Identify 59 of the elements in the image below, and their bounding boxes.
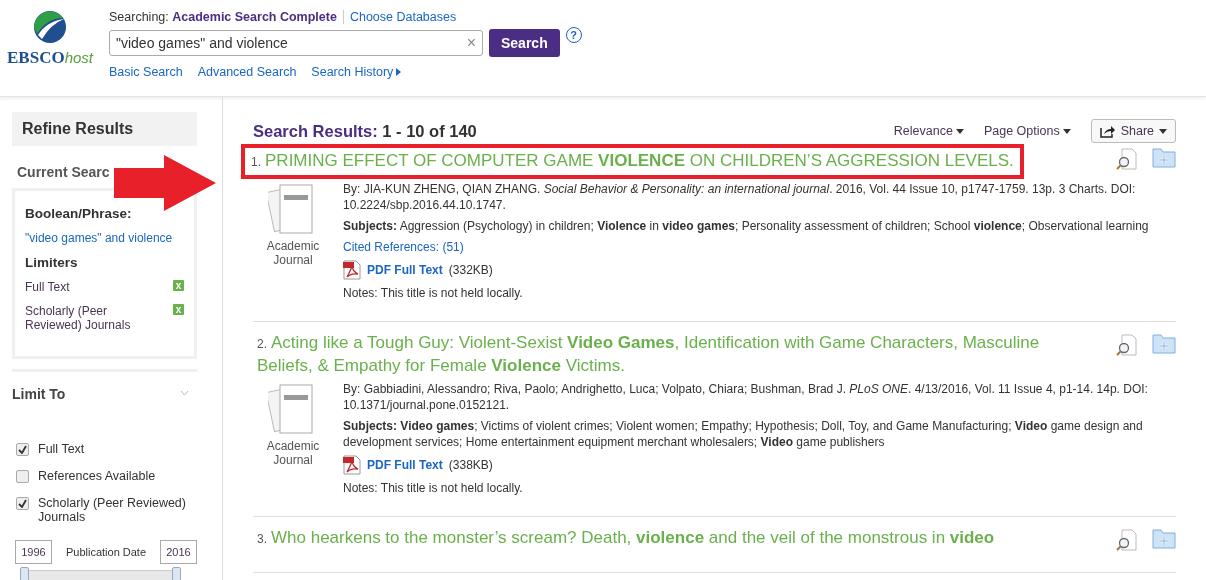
pdf-icon[interactable] xyxy=(343,455,361,475)
search-button[interactable]: Search xyxy=(489,29,560,57)
preview-icon[interactable] xyxy=(1116,529,1138,551)
subjects: Subjects: Video games; Victims of violent crimes; Violent women; Empathy; Hypothesis; Doll, Toy, and Game Manufacturing; Video game design and development services; Home entertainment equipment merchant wholesalers; Video game publishers xyxy=(343,418,1144,450)
limiter-label: Scholarly (Peer Reviewed) Journals xyxy=(25,304,132,332)
pdf-full-text-link[interactable]: PDF Full Text xyxy=(367,457,443,473)
nav-link[interactable]: Basic Search xyxy=(109,65,183,79)
result-title[interactable]: 1. PRIMING EFFECT OF COMPUTER GAME VIOLENCE ON CHILDREN’S AGGRESSION LEVELS. xyxy=(241,144,1024,179)
publication-type: Academic Journal xyxy=(265,239,321,267)
share-icon[interactable] xyxy=(1099,124,1116,138)
clear-icon[interactable]: × xyxy=(466,34,476,52)
publication-date-label: Publication Date xyxy=(65,546,147,558)
date-from-field[interactable]: 1996 xyxy=(15,540,52,564)
result-title[interactable]: 3. Who hearkens to the monster’s scream? Death, violence and the veil of the monstrous in video xyxy=(253,525,1096,552)
current-search-heading: Current Searc xyxy=(17,164,111,180)
result-title[interactable]: 2. Acting like a Tough Guy: Violent-Sexist Video Games, Identification with Game Characters, Masculine Beliefs, & Empathy for Female Violence Victims. xyxy=(253,330,1096,379)
page-options-dropdown[interactable]: Page Options xyxy=(983,124,1071,138)
pdf-icon[interactable] xyxy=(343,260,361,280)
file-size: (338KB) xyxy=(448,457,493,473)
date-to-field[interactable]: 2016 xyxy=(160,540,197,564)
help-icon[interactable]: ? xyxy=(565,27,582,43)
limiters-label: Limiters xyxy=(25,255,79,270)
refine-results-heading: Refine Results xyxy=(12,112,197,146)
file-size: (332KB) xyxy=(448,262,493,278)
slider-handle[interactable] xyxy=(172,567,181,580)
nav-link[interactable]: Advanced Search xyxy=(197,65,297,79)
caret-icon[interactable] xyxy=(955,128,964,134)
nav-link[interactable]: Search History xyxy=(311,65,402,79)
caret-icon[interactable] xyxy=(396,68,402,76)
query-link[interactable]: "video games" and violence xyxy=(25,231,173,245)
boolean-phrase-label: Boolean/Phrase: xyxy=(25,206,133,221)
logo[interactable]: EBSCOhost xyxy=(0,0,100,96)
share-button[interactable]: Share xyxy=(1090,119,1176,143)
option-label: Full Text xyxy=(38,442,85,456)
results-count: Search Results: 1 - 10 of 140 xyxy=(253,121,477,141)
checkbox[interactable] xyxy=(16,443,29,456)
option-label: References Available xyxy=(38,469,156,483)
checkbox[interactable] xyxy=(16,497,29,510)
sort-dropdown[interactable]: Relevance xyxy=(893,124,964,138)
searching-label: Searching: Academic Search Complete xyxy=(109,10,337,24)
subjects: Subjects: Aggression (Psychology) in children; Violence in video games; Personality assessment of children; School violence; Observational learning xyxy=(343,218,1150,234)
choose-databases-link[interactable]: Choose Databases xyxy=(349,10,457,24)
limit-to-heading: Limit To xyxy=(12,386,66,402)
caret-icon[interactable] xyxy=(1062,128,1071,134)
notes: Notes: This title is not held locally. xyxy=(343,285,524,301)
search-field[interactable]: "video games" and violence × xyxy=(109,30,483,56)
checkbox[interactable] xyxy=(16,470,29,483)
preview-icon[interactable] xyxy=(1116,334,1138,356)
limiter-label: Full Text xyxy=(25,280,71,294)
byline: By: Gabbiadini, Alessandro; Riva, Paolo; Andrighetto, Luca; Volpato, Chiara; Bushman, Brad J. PLoS ONE. 4/13/2016, Vol. 11 Issue 4, p1-14. 14p. DOI: 10.1371/journal.pone.0152121. xyxy=(343,381,1149,413)
pdf-full-text-link[interactable]: PDF Full Text xyxy=(367,262,443,278)
notes: Notes: This title is not held locally. xyxy=(343,480,524,496)
publication-type: Academic Journal xyxy=(265,439,321,467)
caret-icon[interactable] xyxy=(1159,128,1167,134)
preview-icon[interactable] xyxy=(1116,148,1138,170)
byline: By: JIA-KUN ZHENG, QIAN ZHANG. Social Behavior & Personality: an international journal. 2016, Vol. 44 Issue 10, p1747-1759. 13p. 3 Charts. DOI: 10.2224/sbp.2016.44.10.1747. xyxy=(343,181,1137,213)
cited-references-link[interactable]: Cited References: (51) xyxy=(343,240,464,254)
slider-handle[interactable] xyxy=(20,567,29,580)
option-label: Scholarly (Peer Reviewed) Journals xyxy=(38,496,187,524)
